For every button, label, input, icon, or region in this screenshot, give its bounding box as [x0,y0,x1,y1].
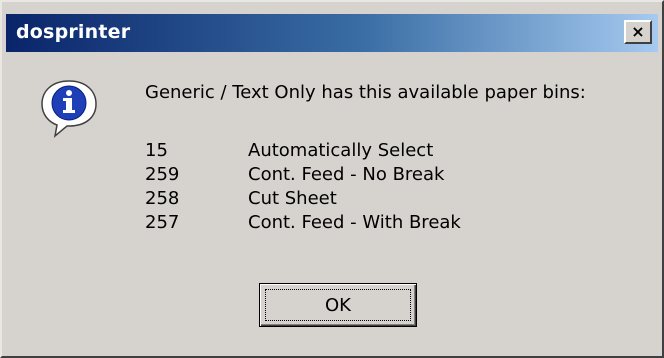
bin-name: Cont. Feed - With Break [248,212,461,233]
ok-label: OK [325,294,351,316]
message-dialog: dosprinter × Generic / Text Only has thi… [0,0,664,358]
bin-id: 259 [145,164,180,185]
paper-bins-list: 15 Automatically Select 259 Cont. Feed - N… [145,139,461,235]
bin-id: 258 [145,188,180,209]
ok-button[interactable]: OK [259,283,417,327]
bin-id: 257 [145,212,180,233]
bin-name: Cut Sheet [248,188,337,209]
dialog-message: Generic / Text Only has this available p… [145,82,586,103]
title-bar[interactable]: dosprinter × [6,14,658,52]
list-item: 257 Cont. Feed - With Break [145,211,461,235]
list-item: 15 Automatically Select [145,139,461,163]
close-icon: × [631,21,645,41]
close-button[interactable]: × [624,20,652,44]
bin-id: 15 [145,140,168,161]
window-title: dosprinter [16,21,131,43]
list-item: 258 Cut Sheet [145,187,461,211]
bin-name: Cont. Feed - No Break [248,164,445,185]
list-item: 259 Cont. Feed - No Break [145,163,461,187]
bin-name: Automatically Select [248,140,434,161]
information-icon [41,80,97,138]
